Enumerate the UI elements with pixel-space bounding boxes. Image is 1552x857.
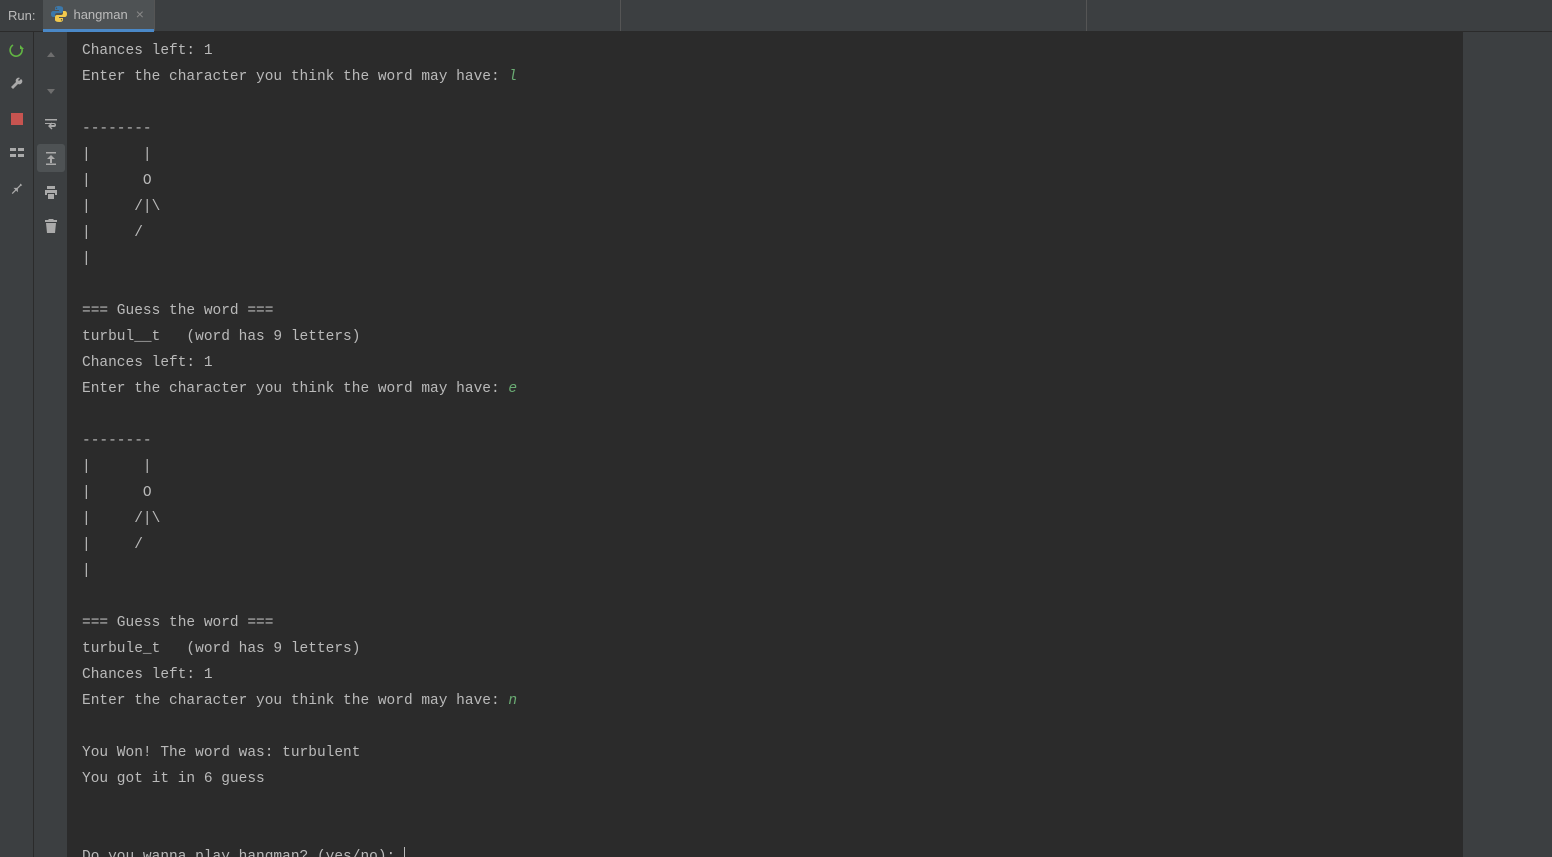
console-line xyxy=(82,90,1448,116)
soft-wrap-icon[interactable] xyxy=(37,110,65,138)
console-line: | /|\ xyxy=(82,194,1448,220)
wrench-icon[interactable] xyxy=(8,76,26,94)
console-output[interactable]: Chances left: 1Enter the character you t… xyxy=(68,32,1462,857)
console-line: === Guess the word === xyxy=(82,298,1448,324)
console-line xyxy=(82,792,1448,818)
console-line: | | xyxy=(82,142,1448,168)
header-section xyxy=(1087,0,1552,31)
console-line: Enter the character you think the word m… xyxy=(82,64,1448,90)
console-line: | xyxy=(82,558,1448,584)
console-line: -------- xyxy=(82,428,1448,454)
console-line: Chances left: 1 xyxy=(82,662,1448,688)
console-line xyxy=(82,714,1448,740)
console-line xyxy=(82,272,1448,298)
run-panel-header: Run: hangman × xyxy=(0,0,1552,32)
console-line: | | xyxy=(82,454,1448,480)
console-line: | /|\ xyxy=(82,506,1448,532)
console-line xyxy=(82,818,1448,844)
left-toolbar xyxy=(0,32,34,857)
pin-icon[interactable] xyxy=(8,178,26,196)
console-line: | O xyxy=(82,168,1448,194)
console-line xyxy=(82,584,1448,610)
console-line: | xyxy=(82,246,1448,272)
console-line: -------- xyxy=(82,116,1448,142)
tab-label: hangman xyxy=(73,7,127,22)
console-line: === Guess the word === xyxy=(82,610,1448,636)
console-line: | O xyxy=(82,480,1448,506)
console-line: Enter the character you think the word m… xyxy=(82,376,1448,402)
console-line: | / xyxy=(82,220,1448,246)
console-line: Enter the character you think the word m… xyxy=(82,688,1448,714)
header-section xyxy=(621,0,1087,31)
console-line xyxy=(82,402,1448,428)
header-section xyxy=(155,0,621,31)
trash-icon[interactable] xyxy=(37,212,65,240)
layout-icon[interactable] xyxy=(8,144,26,162)
console-line: You got it in 6 guess xyxy=(82,766,1448,792)
close-icon[interactable]: × xyxy=(134,6,146,22)
run-tab-hangman[interactable]: hangman × xyxy=(43,0,153,32)
rerun-icon[interactable] xyxy=(8,42,26,60)
stop-icon[interactable] xyxy=(8,110,26,128)
arrow-up-icon[interactable] xyxy=(37,42,65,70)
console-line: turbul__t (word has 9 letters) xyxy=(82,324,1448,350)
console-line: | / xyxy=(82,532,1448,558)
console-line: Chances left: 1 xyxy=(82,350,1448,376)
print-icon[interactable] xyxy=(37,178,65,206)
python-icon xyxy=(51,6,67,22)
scrollbar-region[interactable] xyxy=(1462,32,1552,857)
console-line: Do you wanna play hangman? (yes/no): xyxy=(82,844,1448,857)
console-line: turbule_t (word has 9 letters) xyxy=(82,636,1448,662)
console-line: You Won! The word was: turbulent xyxy=(82,740,1448,766)
run-label: Run: xyxy=(0,8,43,23)
console-line: Chances left: 1 xyxy=(82,38,1448,64)
scroll-to-end-icon[interactable] xyxy=(37,144,65,172)
arrow-down-icon[interactable] xyxy=(37,76,65,104)
console-toolbar xyxy=(34,32,68,857)
